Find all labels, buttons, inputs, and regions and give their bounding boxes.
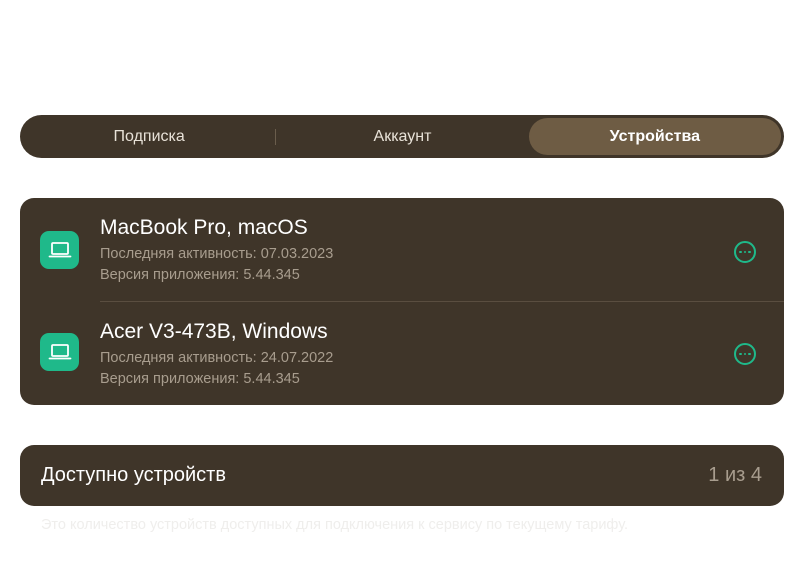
tab-subscription-label: Подписка: [113, 127, 185, 145]
device-meta: Последняя активность: 07.03.2023 Версия …: [100, 244, 333, 286]
device-last-active: Последняя активность: 24.07.2022: [100, 350, 334, 366]
device-item: MacBook Pro, macOS Последняя активность:…: [20, 198, 784, 301]
device-name: MacBook Pro, macOS: [100, 216, 308, 239]
device-app-version: Версия приложения: 5.44.345: [100, 267, 300, 283]
more-options-icon[interactable]: [734, 241, 756, 263]
laptop-icon: [40, 231, 79, 269]
laptop-icon: [40, 333, 79, 371]
device-name: Acer V3-473B, Windows: [100, 320, 328, 343]
segmented-tab-bar: Подписка Аккаунт Устройства: [20, 115, 784, 158]
device-meta: Последняя активность: 24.07.2022 Версия …: [100, 348, 333, 390]
more-options-icon[interactable]: [734, 343, 756, 365]
available-devices-count: 1 из 4: [708, 464, 762, 486]
tab-account[interactable]: Аккаунт: [276, 118, 528, 155]
tab-account-label: Аккаунт: [373, 127, 432, 145]
device-divider: [100, 301, 784, 302]
device-item: Acer V3-473B, Windows Последняя активнос…: [20, 301, 784, 404]
device-app-version: Версия приложения: 5.44.345: [100, 371, 300, 387]
device-list: MacBook Pro, macOS Последняя активность:…: [20, 198, 784, 405]
tab-subscription[interactable]: Подписка: [23, 118, 275, 155]
device-last-active: Последняя активность: 07.03.2023: [100, 246, 334, 262]
available-devices-row: Доступно устройств 1 из 4: [20, 445, 784, 506]
available-devices-label: Доступно устройств: [41, 464, 226, 486]
tab-devices-label: Устройства: [609, 127, 700, 145]
available-devices-footnote: Это количество устройств доступных для п…: [41, 517, 629, 533]
tab-devices[interactable]: Устройства: [528, 118, 781, 155]
